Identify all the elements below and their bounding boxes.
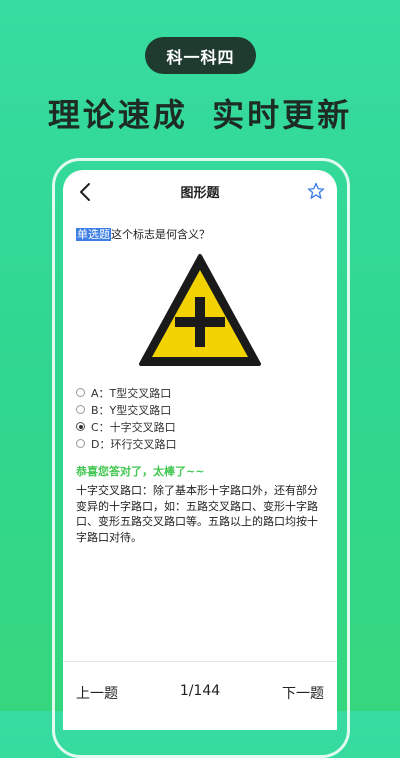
promo-headline: 理论速成 实时更新 (47, 96, 353, 134)
option-c[interactable]: C：十字交叉路口 (76, 418, 176, 435)
explanation-text: 十字交叉路口：除了基本形十字路口外，还有部分变异的十字路口，如：五路交叉路口、变… (76, 484, 318, 544)
crossroads-warning-sign (139, 254, 261, 366)
correct-message: 恭喜您答对了，太棒了~~ (76, 465, 205, 478)
option-b-label: B：Y型交叉路口 (91, 403, 172, 417)
bottom-nav: 上一题 1/144 下一题 (63, 679, 337, 705)
next-question-button[interactable]: 下一题 (282, 683, 324, 703)
app-screen: 图形题 单选题这个标志是何含义？ A：T型交叉路口 B：Y型交叉路口 C：十字交… (63, 170, 337, 730)
option-c-label: C：十字交叉路口 (91, 420, 176, 434)
option-d[interactable]: D：环行交叉路口 (76, 435, 176, 452)
question-text: 单选题这个标志是何含义？ (76, 226, 210, 242)
page-title: 图形题 (180, 186, 220, 201)
question-type-badge: 单选题 (76, 228, 111, 241)
star-outline-icon[interactable] (307, 182, 325, 200)
promo-badge: 科一科四 (145, 37, 256, 74)
option-b[interactable]: B：Y型交叉路口 (76, 401, 176, 418)
radio-a[interactable] (76, 388, 85, 397)
top-bar: 图形题 (63, 170, 337, 214)
option-a-label: A：T型交叉路口 (91, 386, 172, 400)
option-d-label: D：环行交叉路口 (91, 437, 177, 451)
radio-c[interactable] (76, 422, 85, 431)
radio-d[interactable] (76, 439, 85, 448)
answer-options: A：T型交叉路口 B：Y型交叉路口 C：十字交叉路口 D：环行交叉路口 (76, 384, 176, 452)
question-body: 这个标志是何含义？ (111, 228, 210, 241)
radio-b[interactable] (76, 405, 85, 414)
bottom-divider (63, 661, 337, 662)
option-a[interactable]: A：T型交叉路口 (76, 384, 176, 401)
